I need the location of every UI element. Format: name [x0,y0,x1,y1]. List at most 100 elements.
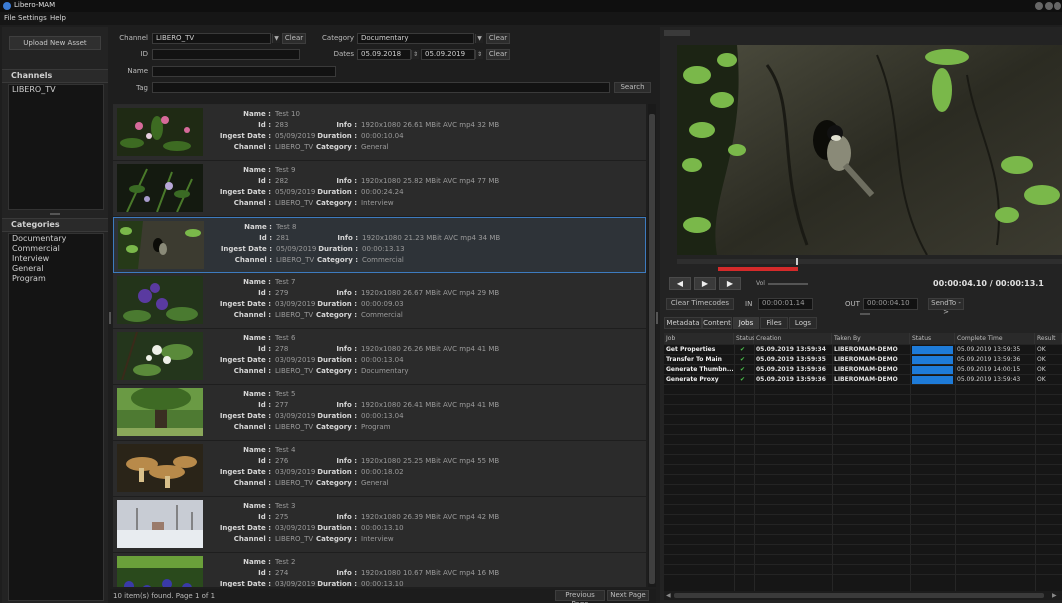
channel-select[interactable]: LIBERO_TV [152,33,271,44]
job-taken-by: LIBEROMAM-DEMO [834,356,898,363]
date-to-spinner-icon[interactable]: ⇕ [475,50,483,59]
channel-dropdown-icon[interactable]: ▼ [272,34,280,43]
category-dropdown-icon[interactable]: ▼ [475,34,483,43]
jobs-column-header[interactable]: Status [734,333,755,344]
results-scrollbar[interactable] [648,104,656,587]
thumbnail-image [117,164,203,212]
result-row[interactable]: Name : Test 2 Id :274 Ingest Date :03/09/20… [113,553,646,587]
result-row[interactable]: Name : Test 6 Id :278 Ingest Date :03/09/20… [113,329,646,385]
tab-files[interactable]: Files [760,317,788,329]
jobs-scrollbar-thumb[interactable] [674,593,1044,598]
result-channel: Channel : LIBERO_TV [233,311,314,319]
id-input[interactable] [152,49,300,60]
date-from-input[interactable]: 05.09.2018 [357,49,411,60]
clear-timecodes-button[interactable]: Clear Timecodes [666,298,734,310]
result-row[interactable]: Name : Test 9 Id :282 Ingest Date :05/09/20… [113,161,646,217]
tab-content[interactable]: Content [702,317,732,329]
dates-clear-button[interactable]: Clear [486,49,510,60]
result-ingest-date: Ingest Date :03/09/2019 [219,300,316,308]
jobs-column-header[interactable]: Job [664,333,734,344]
video-preview[interactable] [677,45,1062,255]
job-name: Transfer To Main [666,356,722,363]
grid-line [664,544,1062,545]
search-button[interactable]: Search [614,82,651,93]
jobs-column-header[interactable]: Complete Time [955,333,1035,344]
category-item-interview[interactable]: Interview [9,254,103,264]
right-splitter-handle[interactable] [860,313,870,315]
menu-file[interactable]: File [4,14,16,22]
forward-button[interactable]: ▶ [719,277,741,290]
result-info: Info :1920x1080 21.23 MBit AVC mp4 34 MB [337,234,501,242]
scroll-right-icon[interactable]: ▶ [1052,592,1057,599]
category-item-commercial[interactable]: Commercial [9,244,103,254]
play-button[interactable]: ▶ [694,277,716,290]
close-icon[interactable] [1054,2,1061,10]
id-label: ID [140,50,148,58]
thumbnail-image [117,108,203,156]
menu-settings[interactable]: Settings [18,14,47,22]
result-row[interactable]: Name : Test 8 Id :281 Ingest Date :05/09/20… [113,217,646,273]
tag-input[interactable] [152,82,610,93]
grid-line [664,554,1062,555]
date-from-spinner-icon[interactable]: ⇕ [411,50,419,59]
category-item-documentary[interactable]: Documentary [9,234,103,244]
sendto-button[interactable]: SendTo -> [928,298,964,316]
category-clear-button[interactable]: Clear [486,33,510,44]
date-to-input[interactable]: 05.09.2019 [421,49,475,60]
scroll-left-icon[interactable]: ◀ [666,592,671,599]
name-input[interactable] [152,66,336,77]
results-list[interactable]: Name : Test 10 Id :283 Ingest Date :05/09/2… [113,104,646,587]
in-timecode-field[interactable]: 00:00:01.14 [758,298,813,310]
result-name: Name : Test 9 [243,166,296,174]
jobs-column-header[interactable]: Creation [754,333,832,344]
out-label: OUT [845,300,860,308]
result-row[interactable]: Name : Test 3 Id :275 Ingest Date :03/09/20… [113,497,646,553]
timeline-playhead[interactable] [796,258,798,265]
job-complete-time: 05.09.2019 14:00:15 [957,366,1021,373]
job-name: Generate Thumbn... [666,366,733,373]
main-splitter-handle[interactable] [656,312,658,324]
result-row[interactable]: Name : Test 4 Id :276 Ingest Date :03/09/20… [113,441,646,497]
categories-list[interactable]: Documentary Commercial Interview General… [8,233,104,601]
jobs-column-header[interactable]: Result [1035,333,1062,344]
previous-page-button[interactable]: Previous Page [555,590,605,603]
job-name: Get Properties [666,346,716,353]
tab-logs[interactable]: Logs [789,317,817,329]
tab-jobs[interactable]: Jobs [733,317,759,329]
maximize-icon[interactable] [1045,2,1053,10]
channels-list[interactable]: LIBERO_TV [8,84,104,210]
channel-item[interactable]: LIBERO_TV [9,85,103,95]
volume-slider[interactable] [768,283,808,285]
results-scrollbar-thumb[interactable] [649,114,655,584]
minimize-icon[interactable] [1035,2,1043,10]
category-item-program[interactable]: Program [9,274,103,284]
splitter-handle[interactable] [50,213,60,215]
jobs-horizontal-scrollbar[interactable]: ◀ ▶ [664,591,1062,600]
jobs-column-header[interactable]: Taken By [832,333,910,344]
tab-metadata[interactable]: Metadata [664,317,702,329]
result-category: Category : Commercial [316,256,404,264]
category-item-general[interactable]: General [9,264,103,274]
rewind-button[interactable]: ◀ [669,277,691,290]
result-ingest-date: Ingest Date :03/09/2019 [219,468,316,476]
video-frame-image [677,45,1062,255]
result-info: Info :1920x1080 25.25 MBit AVC mp4 55 MB [336,457,500,465]
result-row[interactable]: Name : Test 10 Id :283 Ingest Date :05/09/2… [113,105,646,161]
upload-new-asset-button[interactable]: Upload New Asset [9,36,101,50]
result-row[interactable]: Name : Test 5 Id :277 Ingest Date :03/09/20… [113,385,646,441]
result-name: Name : Test 2 [243,558,296,566]
left-splitter-handle[interactable] [109,312,111,324]
player-tab-handle[interactable] [664,30,690,36]
channel-clear-button[interactable]: Clear [282,33,306,44]
menu-help[interactable]: Help [50,14,66,22]
category-select[interactable]: Documentary [357,33,474,44]
next-page-button[interactable]: Next Page [607,590,649,601]
window-title: Libero-MAM [14,1,56,9]
job-creation-time: 05.09.2019 13:59:36 [756,376,826,383]
out-timecode-field[interactable]: 00:00:04.10 [863,298,918,310]
timeline-track[interactable] [677,259,1062,264]
jobs-column-header[interactable]: Status [910,333,955,344]
jobs-table[interactable]: Job Status Creation Taken By Status Complete … [664,333,1062,591]
result-row[interactable]: Name : Test 7 Id :279 Ingest Date :03/09/20… [113,273,646,329]
result-duration: Duration :00:00:13.04 [317,356,404,364]
